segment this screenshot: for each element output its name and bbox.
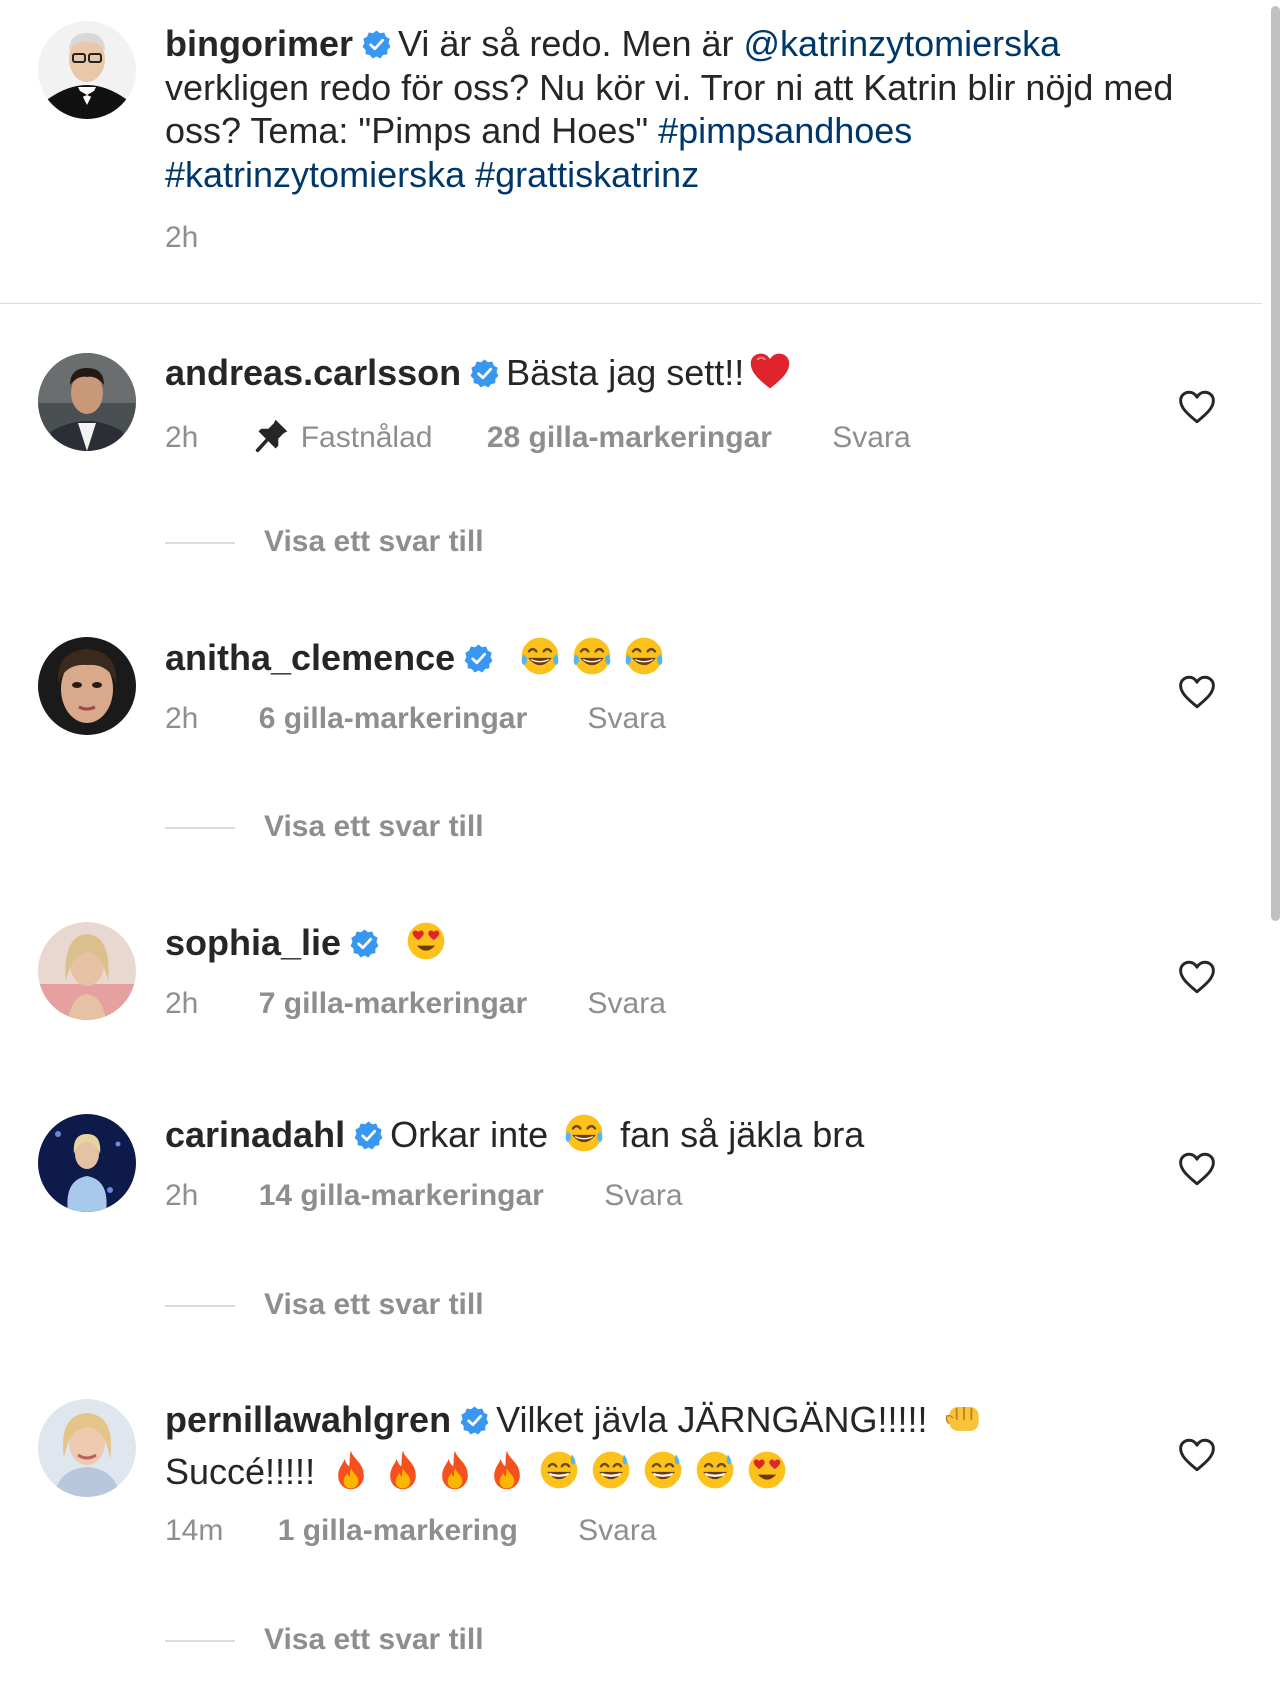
- avatar[interactable]: [38, 637, 136, 735]
- view-replies-label: Visa ett svar till: [264, 1288, 484, 1321]
- comment-time[interactable]: 2h: [165, 421, 198, 455]
- view-replies-label: Visa ett svar till: [264, 810, 484, 843]
- comment-username[interactable]: anitha_clemence: [165, 637, 455, 678]
- comment-text: anitha_clemence: [165, 632, 1085, 684]
- verified-badge-icon: [469, 358, 500, 389]
- grinning-sweat-icon: [641, 1448, 685, 1492]
- hashtag-link[interactable]: #katrinzytomierska: [165, 154, 465, 195]
- verified-badge-icon: [349, 928, 380, 959]
- caption-body-1: Vi är så redo. Men är: [398, 23, 744, 64]
- avatar[interactable]: [38, 21, 136, 119]
- red-heart-icon: [748, 349, 792, 393]
- comment-text: pernillawahlgren Vilket jävla JÄRNGÄNG!!!…: [165, 1394, 1085, 1498]
- tears-of-joy-icon: [570, 634, 614, 678]
- comment-username[interactable]: sophia_lie: [165, 922, 341, 963]
- comment-body-line2: Succé!!!!!: [165, 1451, 326, 1492]
- divider: [165, 542, 235, 545]
- likes-count[interactable]: 14 gilla-markeringar: [259, 1179, 544, 1213]
- verified-badge-icon: [353, 1120, 384, 1151]
- comment-text: sophia_lie: [165, 917, 1085, 969]
- tears-of-joy-icon: [622, 634, 666, 678]
- likes-count[interactable]: 7 gilla-markeringar: [259, 987, 527, 1021]
- view-replies-button[interactable]: Visa ett svar till: [165, 1623, 484, 1657]
- fire-icon: [433, 1448, 477, 1492]
- view-replies-label: Visa ett svar till: [264, 525, 484, 558]
- pin-icon: [253, 417, 291, 453]
- comments-page: bingorimer Vi är så redo. Men är @katrinz…: [0, 0, 1284, 1706]
- verified-badge-icon: [459, 1405, 490, 1436]
- view-replies-button[interactable]: Visa ett svar till: [165, 525, 484, 559]
- reply-button[interactable]: Svara: [588, 987, 666, 1021]
- comment-time[interactable]: 2h: [165, 1179, 198, 1213]
- mention-link[interactable]: @katrinzytomierska: [744, 23, 1061, 64]
- scrollbar-thumb[interactable]: [1271, 6, 1280, 921]
- scrollbar[interactable]: [1262, 0, 1284, 1706]
- view-replies-button[interactable]: Visa ett svar till: [165, 810, 484, 844]
- comment-text: andreas.carlsson Bästa jag sett!!: [165, 347, 1085, 399]
- comment-username[interactable]: andreas.carlsson: [165, 352, 461, 393]
- comment-username[interactable]: carinadahl: [165, 1114, 345, 1155]
- comment-meta: 2h Fastnålad 28 gilla-markeringar Svara: [165, 417, 911, 455]
- likes-count[interactable]: 28 gilla-markeringar: [487, 421, 772, 455]
- caption-meta: 2h: [165, 221, 198, 255]
- verified-badge-icon: [361, 29, 392, 60]
- post-caption: bingorimer Vi är så redo. Men är @katrinz…: [0, 0, 1262, 304]
- reply-button[interactable]: Svara: [588, 702, 666, 736]
- fire-icon: [381, 1448, 425, 1492]
- comment-username[interactable]: pernillawahlgren: [165, 1399, 451, 1440]
- avatar[interactable]: [38, 1114, 136, 1212]
- comment-time[interactable]: 2h: [165, 702, 198, 736]
- likes-count[interactable]: 6 gilla-markeringar: [259, 702, 527, 736]
- oncoming-fist-icon: [942, 1396, 986, 1440]
- avatar[interactable]: [38, 353, 136, 451]
- avatar[interactable]: [38, 1399, 136, 1497]
- heart-eyes-icon: [404, 919, 448, 963]
- view-replies-button[interactable]: Visa ett svar till: [165, 1288, 484, 1322]
- reply-button[interactable]: Svara: [832, 421, 910, 455]
- like-heart-icon[interactable]: [1177, 674, 1217, 710]
- comment-time[interactable]: 2h: [165, 987, 198, 1021]
- comment-text: carinadahl Orkar inte fan så jäkla bra: [165, 1109, 1085, 1161]
- divider: [165, 1640, 235, 1643]
- caption-time[interactable]: 2h: [165, 221, 198, 255]
- comment-meta: 2h 6 gilla-markeringar Svara: [165, 702, 666, 736]
- reply-button[interactable]: Svara: [578, 1514, 656, 1548]
- comment-body: Vilket jävla JÄRNGÄNG!!!!!: [496, 1399, 938, 1440]
- grinning-sweat-icon: [537, 1448, 581, 1492]
- view-replies-label: Visa ett svar till: [264, 1623, 484, 1656]
- comment-body-1: Orkar inte: [390, 1114, 559, 1155]
- avatar[interactable]: [38, 922, 136, 1020]
- like-heart-icon[interactable]: [1177, 389, 1217, 425]
- reply-button[interactable]: Svara: [604, 1179, 682, 1213]
- hashtag-link[interactable]: #grattiskatrinz: [475, 154, 699, 195]
- tears-of-joy-icon: [518, 634, 562, 678]
- verified-badge-icon: [463, 643, 494, 674]
- like-heart-icon[interactable]: [1177, 1151, 1217, 1187]
- caption-text: bingorimer Vi är så redo. Men är @katrinz…: [165, 22, 1205, 196]
- comment-meta: 2h 7 gilla-markeringar Svara: [165, 987, 666, 1021]
- comment-meta: 14m 1 gilla-markering Svara: [165, 1514, 657, 1548]
- divider: [165, 827, 235, 830]
- divider: [165, 1305, 235, 1308]
- heart-eyes-icon: [745, 1448, 789, 1492]
- grinning-sweat-icon: [589, 1448, 633, 1492]
- grinning-sweat-icon: [693, 1448, 737, 1492]
- likes-count[interactable]: 1 gilla-markering: [278, 1514, 518, 1548]
- comment-body-2: fan så jäkla bra: [610, 1114, 865, 1155]
- hashtag-link[interactable]: #pimpsandhoes: [658, 110, 912, 151]
- like-heart-icon[interactable]: [1177, 1437, 1217, 1473]
- comment-body: Bästa jag sett!!: [506, 352, 745, 393]
- fire-icon: [329, 1448, 373, 1492]
- tears-of-joy-icon: [562, 1111, 606, 1155]
- pinned-label: Fastnålad: [300, 421, 433, 454]
- fire-icon: [485, 1448, 529, 1492]
- like-heart-icon[interactable]: [1177, 959, 1217, 995]
- comment-meta: 2h 14 gilla-markeringar Svara: [165, 1179, 683, 1213]
- caption-username[interactable]: bingorimer: [165, 23, 353, 64]
- comment-time[interactable]: 14m: [165, 1514, 223, 1548]
